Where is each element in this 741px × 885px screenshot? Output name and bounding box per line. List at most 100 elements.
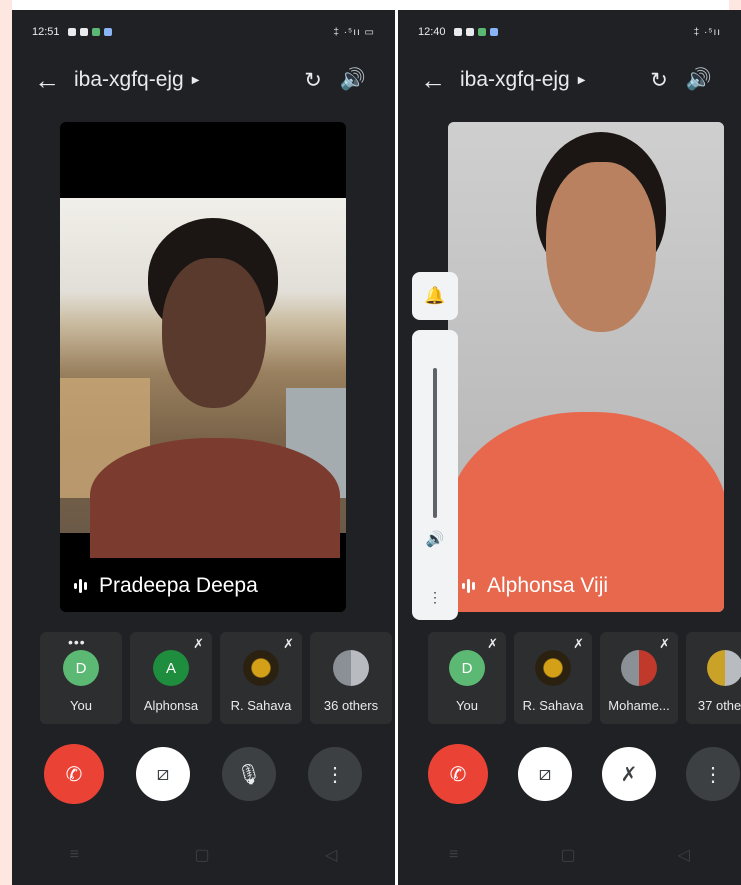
status-indicators: ‡ ·⁵ıı ▭ <box>333 26 375 38</box>
participant-tile[interactable]: ✗ R. Sahava <box>220 632 302 724</box>
ringer-button[interactable]: 🔔 <box>412 272 458 320</box>
notification-icon <box>465 28 474 36</box>
end-call-button[interactable]: ✆ <box>428 744 488 804</box>
notification-icon <box>453 28 462 36</box>
meeting-code[interactable]: iba-xgfq-ejg <box>460 68 570 92</box>
avatar: D <box>63 650 99 686</box>
mic-muted-icon: ✗ <box>659 636 670 651</box>
more-options-button[interactable]: ⋮ <box>308 747 362 801</box>
avatar-group <box>333 650 369 686</box>
speaker-icon[interactable]: 🔊 <box>679 60 719 100</box>
volume-track[interactable] <box>433 368 437 518</box>
participant-name: Alphonsa <box>143 698 199 713</box>
more-vertical-icon: ⋮ <box>703 763 723 786</box>
nav-back-icon[interactable]: ◁ <box>325 845 337 865</box>
recent-apps-icon[interactable]: ≡ <box>70 846 79 864</box>
end-call-button[interactable]: ✆ <box>44 744 104 804</box>
more-options-button[interactable]: ⋮ <box>686 747 740 801</box>
meeting-code[interactable]: iba-xgfq-ejg <box>74 68 184 92</box>
speaker-icon[interactable]: 🔊 <box>333 60 373 100</box>
mic-toggle-button[interactable]: ✗ <box>602 747 656 801</box>
call-controls: ✆ ⧄ 🎙 ⋮ <box>44 744 362 804</box>
more-options-icon[interactable]: ••• <box>68 634 86 650</box>
phone-screen-left: 12:51 ‡ ·⁵ıı ▭ ← iba-xgfq-ejg ▶ ↻ 🔊 Prad… <box>12 10 395 885</box>
back-arrow-icon[interactable]: ← <box>420 65 460 96</box>
participant-video <box>60 198 346 558</box>
status-time: 12:51 <box>32 26 60 38</box>
avatar <box>243 650 279 686</box>
volume-slider[interactable]: 🔊 ⋮ <box>412 330 458 620</box>
participant-tile[interactable]: ✗ R. Sahava <box>514 632 592 724</box>
audio-wave-icon <box>74 579 87 593</box>
status-indicators: ‡ ·⁵ıı <box>693 26 721 38</box>
participant-strip: ••• D You ✗ A Alphonsa ✗ R. Sahava 36 ot… <box>40 632 392 724</box>
participant-name: Mohame... <box>608 698 670 713</box>
home-icon[interactable]: ▢ <box>194 845 209 865</box>
chevron-right-icon[interactable]: ▶ <box>192 75 200 86</box>
status-bar: 12:40 ‡ ·⁵ıı <box>398 10 741 54</box>
call-controls: ✆ ⧄ ✗ ⋮ <box>428 744 740 804</box>
avatar <box>535 650 571 686</box>
phone-screen-right: 12:40 ‡ ·⁵ıı ← iba-xgfq-ejg ▶ ↻ 🔊 Alphon… <box>398 10 741 885</box>
avatar: D <box>449 650 485 686</box>
recent-apps-icon[interactable]: ≡ <box>449 846 458 864</box>
speaker-icon: 🔊 <box>425 531 445 548</box>
nav-back-icon[interactable]: ◁ <box>678 845 690 865</box>
participant-tile[interactable]: 37 others <box>686 632 741 724</box>
speaker-name-tag: Pradeepa Deepa <box>74 574 258 598</box>
participant-tile[interactable]: ✗ Mohame... <box>600 632 678 724</box>
notification-icons <box>67 28 112 36</box>
meeting-header: ← iba-xgfq-ejg ▶ ↻ 🔊 <box>398 58 741 102</box>
mic-muted-icon: ✗ <box>487 636 498 651</box>
status-time: 12:40 <box>418 26 446 38</box>
participant-tile[interactable]: 36 others <box>310 632 392 724</box>
mic-muted-icon: ✗ <box>193 636 204 651</box>
participant-video <box>448 122 724 612</box>
mic-muted-icon: ✗ <box>283 636 294 651</box>
chevron-right-icon[interactable]: ▶ <box>578 75 586 86</box>
notification-icon <box>477 28 486 36</box>
avatar <box>621 650 657 686</box>
notification-icons <box>453 28 498 36</box>
participant-name: 37 others <box>697 698 741 713</box>
avatar-group <box>707 650 741 686</box>
switch-camera-icon[interactable]: ↻ <box>639 60 679 100</box>
camera-toggle-button[interactable]: ⧄ <box>518 747 572 801</box>
more-vertical-icon[interactable]: ⋮ <box>412 589 458 606</box>
back-arrow-icon[interactable]: ← <box>34 65 74 96</box>
status-bar: 12:51 ‡ ·⁵ıı ▭ <box>12 10 395 54</box>
participant-tile[interactable]: ✗ A Alphonsa <box>130 632 212 724</box>
mic-toggle-button[interactable]: 🎙 <box>222 747 276 801</box>
participant-tile[interactable]: ✗ D You <box>428 632 506 724</box>
notification-icon <box>489 28 498 36</box>
meeting-header: ← iba-xgfq-ejg ▶ ↻ 🔊 <box>12 58 395 102</box>
audio-wave-icon <box>462 579 475 593</box>
notification-icon <box>67 28 76 36</box>
switch-camera-icon[interactable]: ↻ <box>293 60 333 100</box>
notification-icon <box>91 28 100 36</box>
featured-video-tile[interactable]: Pradeepa Deepa <box>60 122 346 612</box>
participant-name: You <box>70 698 92 713</box>
mic-muted-icon: ✗ <box>620 763 638 786</box>
camera-off-icon: ⧄ <box>156 762 170 785</box>
home-icon[interactable]: ▢ <box>560 845 575 865</box>
avatar: A <box>153 650 189 686</box>
notification-icon <box>79 28 88 36</box>
end-call-icon: ✆ <box>449 763 467 786</box>
featured-video-tile[interactable]: Alphonsa Viji <box>448 122 724 612</box>
mic-icon: 🎙 <box>236 763 262 786</box>
system-nav-bar: ≡ ▢ ◁ <box>12 825 395 885</box>
participant-tile[interactable]: ••• D You <box>40 632 122 724</box>
notification-icon <box>103 28 112 36</box>
participant-name: R. Sahava <box>522 698 584 713</box>
participant-name: You <box>456 698 478 713</box>
camera-toggle-button[interactable]: ⧄ <box>136 747 190 801</box>
speaker-name-tag: Alphonsa Viji <box>462 574 608 598</box>
more-vertical-icon: ⋮ <box>325 763 345 786</box>
participant-strip: ✗ D You ✗ R. Sahava ✗ Mohame... 37 other… <box>428 632 741 724</box>
bell-icon: 🔔 <box>424 286 446 305</box>
participant-name: R. Sahava <box>230 698 292 713</box>
featured-participant-name: Pradeepa Deepa <box>99 574 258 597</box>
volume-panel: 🔔 🔊 ⋮ <box>412 272 458 622</box>
featured-participant-name: Alphonsa Viji <box>487 574 609 597</box>
